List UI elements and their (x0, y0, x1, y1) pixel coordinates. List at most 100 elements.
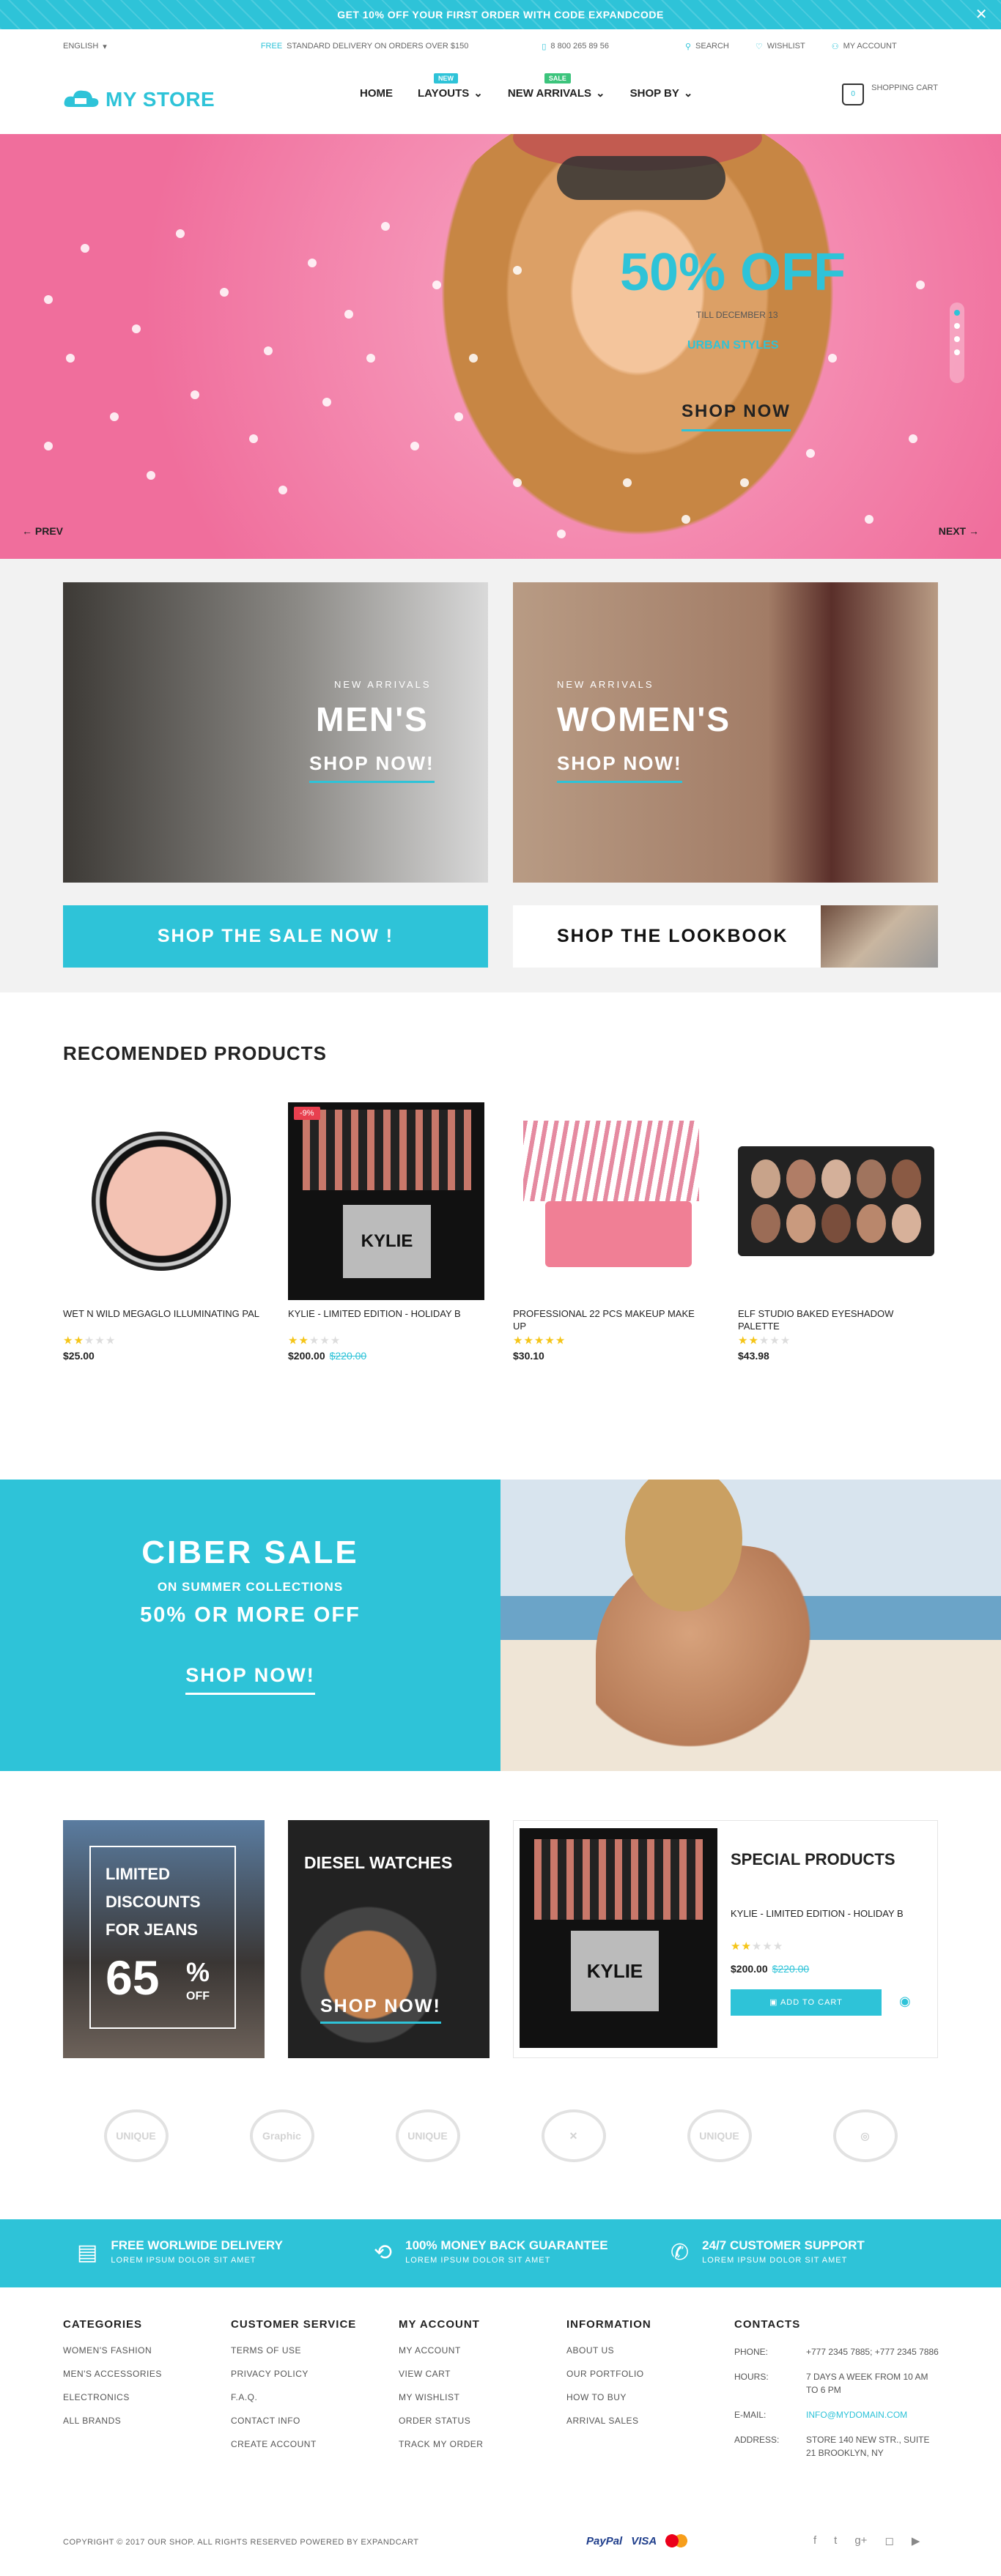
refund-icon: ⟲ (374, 2240, 393, 2265)
footer-link[interactable]: ALL BRANDS (63, 2416, 162, 2426)
shopping-cart[interactable]: 0 SHOPPING CART (842, 83, 938, 105)
footer-link[interactable]: CONTACT INFO (231, 2416, 356, 2426)
facebook-icon[interactable]: f (813, 2534, 816, 2547)
confetti-dot (513, 478, 522, 487)
next-button[interactable]: NEXT → (939, 525, 979, 537)
product-card[interactable]: WET N WILD MEGAGLO ILLUMINATING PAL ★★★★★… (63, 1102, 259, 1362)
footer-link[interactable]: F.A.Q. (231, 2392, 356, 2402)
confetti-dot (432, 281, 441, 289)
sunglasses-image (557, 156, 725, 200)
product-name[interactable]: ELF STUDIO BAKED EYESHADOW PALETTE (738, 1307, 934, 1332)
product-name[interactable]: WET N WILD MEGAGLO ILLUMINATING PAL (63, 1307, 259, 1332)
chevron-down-icon: ⌄ (473, 87, 483, 100)
footer-link[interactable]: MY WISHLIST (399, 2392, 483, 2402)
brand-logo[interactable]: UNIQUE (103, 2109, 169, 2162)
footer-column: INFORMATION ABOUT US OUR PORTFOLIO HOW TO B… (566, 2318, 651, 2439)
eye-icon[interactable]: ◉ (899, 1994, 911, 2009)
logo[interactable]: MY STORE (63, 86, 215, 113)
footer-link[interactable]: CREATE ACCOUNT (231, 2439, 356, 2449)
hero-shop-button[interactable]: SHOP NOW (682, 401, 791, 431)
footer-link[interactable]: TERMS OF USE (231, 2345, 356, 2356)
footer-link[interactable]: MY ACCOUNT (399, 2345, 483, 2356)
footer-link[interactable]: ELECTRONICS (63, 2392, 162, 2402)
cyber-shop-button[interactable]: SHOP NOW! (185, 1664, 315, 1695)
brand-logo[interactable]: ◎ (832, 2109, 898, 2162)
nav-layouts[interactable]: NEW LAYOUTS ⌄ (418, 73, 483, 100)
footer-link[interactable]: ORDER STATUS (399, 2416, 483, 2426)
header: MY STORE HOME NEW LAYOUTS ⌄ SALE NEW ARRIVA… (63, 70, 938, 129)
prev-button[interactable]: ← PREV (22, 525, 63, 537)
jeans-discount-tile[interactable]: LIMITED DISCOUNTS FOR JEANS 65 % OFF (63, 1820, 265, 2058)
confetti-dot (220, 288, 229, 297)
close-icon[interactable]: ✕ (975, 0, 988, 29)
nav-home[interactable]: HOME (360, 86, 393, 100)
beach-image (500, 1480, 1001, 1771)
special-product-image[interactable]: KYLIE (520, 1828, 717, 2048)
special-product-name[interactable]: KYLIE - LIMITED EDITION - HOLIDAY B (731, 1907, 921, 1920)
language-select[interactable]: ENGLISH ▾ (63, 42, 107, 51)
google-plus-icon[interactable]: g+ (854, 2534, 867, 2547)
confetti-dot (322, 398, 331, 407)
product-card[interactable]: PROFESSIONAL 22 PCS MAKEUP MAKE UP ★★★★★ $… (513, 1102, 709, 1362)
footer-link[interactable]: PRIVACY POLICY (231, 2369, 356, 2379)
feature-item: ⟲ 100% MONEY BACK GUARANTEE LOREM IPSUM DO… (374, 2238, 608, 2265)
account-link[interactable]: ⚇ MY ACCOUNT (832, 42, 897, 51)
instagram-icon[interactable]: ◻ (884, 2534, 893, 2547)
sale-strip[interactable]: SHOP THE SALE NOW ! (63, 905, 488, 968)
mens-banner[interactable]: NEW ARRIVALS MEN'S SHOP NOW! (63, 582, 488, 883)
special-products: KYLIE SPECIAL PRODUCTS KYLIE - LIMITED E… (513, 1820, 938, 2058)
brand-logo[interactable]: Graphic (249, 2109, 314, 2162)
footer-link[interactable]: ABOUT US (566, 2345, 651, 2356)
footer-link[interactable]: HOW TO BUY (566, 2392, 651, 2402)
brand-logo[interactable]: UNIQUE (687, 2109, 752, 2162)
product-image[interactable] (63, 1102, 259, 1300)
phone[interactable]: ▯ 8 800 265 89 56 (542, 42, 609, 51)
special-price: $200.00 $220.00 (731, 1963, 810, 1975)
search-link[interactable]: ⚲ SEARCH (685, 42, 729, 51)
product-name[interactable]: KYLIE - LIMITED EDITION - HOLIDAY B (288, 1307, 484, 1332)
product-image[interactable] (738, 1102, 934, 1300)
product-card[interactable]: ELF STUDIO BAKED EYESHADOW PALETTE ★★★★★ $… (738, 1102, 934, 1362)
footer-link[interactable]: TRACK MY ORDER (399, 2439, 483, 2449)
contact-row[interactable]: E-MAIL: INFO@MYDOMAIN.COM (734, 2408, 939, 2421)
brand-logo[interactable]: UNIQUE (395, 2109, 460, 2162)
womens-title: WOMEN'S (557, 700, 731, 738)
footer-link[interactable]: MEN'S ACCESSORIES (63, 2369, 162, 2379)
confetti-dot (682, 515, 690, 524)
confetti-dot (366, 354, 375, 363)
wishlist-link[interactable]: ♡ WISHLIST (756, 42, 805, 51)
footer-link[interactable]: ARRIVAL SALES (566, 2416, 651, 2426)
new-badge: NEW (434, 73, 458, 83)
footer-column: MY ACCOUNT MY ACCOUNT VIEW CART MY WISHLIST… (399, 2318, 483, 2462)
brand-logo[interactable]: ✕ (541, 2109, 606, 2162)
womens-banner[interactable]: NEW ARRIVALS WOMEN'S SHOP NOW! (513, 582, 938, 883)
diesel-watches-tile[interactable]: DIESEL WATCHES SHOP NOW! (288, 1820, 490, 2058)
mens-shop-button[interactable]: SHOP NOW! (309, 752, 435, 783)
footer-link[interactable]: WOMEN'S FASHION (63, 2345, 162, 2356)
product-name[interactable]: PROFESSIONAL 22 PCS MAKEUP MAKE UP (513, 1307, 709, 1332)
confetti-dot (249, 434, 258, 443)
youtube-icon[interactable]: ▶ (912, 2534, 920, 2547)
slider-pager[interactable] (950, 302, 964, 383)
product-image[interactable] (513, 1102, 709, 1300)
confetti-dot (66, 354, 75, 363)
nav-new-arrivals[interactable]: SALE NEW ARRIVALS ⌄ (508, 73, 605, 100)
hero-date: TILL DECEMBER 13 (696, 310, 778, 320)
nav-shop-by[interactable]: SHOP BY ⌄ (630, 86, 693, 100)
category-banners: NEW ARRIVALS MEN'S SHOP NOW! NEW ARRIVAL… (0, 559, 1001, 992)
confetti-dot (110, 412, 119, 421)
user-icon: ⚇ (831, 42, 839, 51)
watches-shop-button[interactable]: SHOP NOW! (320, 1996, 441, 2024)
lookbook-strip[interactable]: SHOP THE LOOKBOOK (513, 905, 938, 968)
womens-shop-button[interactable]: SHOP NOW! (557, 752, 682, 783)
footer-link[interactable]: OUR PORTFOLIO (566, 2369, 651, 2379)
product-image[interactable]: KYLIE -9% (288, 1102, 484, 1300)
confetti-dot (916, 281, 925, 289)
footer-link[interactable]: VIEW CART (399, 2369, 483, 2379)
feature-item: ▤ FREE WORLWIDE DELIVERY LOREM IPSUM DOLOR… (77, 2238, 283, 2265)
twitter-icon[interactable]: t (834, 2534, 837, 2547)
product-card[interactable]: KYLIE -9% KYLIE - LIMITED EDITION - HOLIDA… (288, 1102, 484, 1362)
add-to-cart-button[interactable]: ▣ ADD TO CART (731, 1989, 882, 2016)
confetti-dot (44, 442, 53, 450)
confetti-dot (191, 390, 199, 399)
